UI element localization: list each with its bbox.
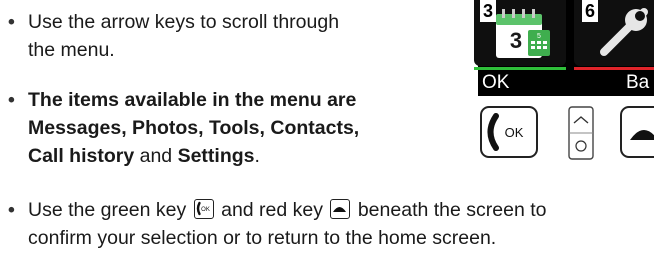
bullet-line: The items available in the menu are xyxy=(28,89,357,111)
bullet-dot: • xyxy=(8,11,15,33)
plain-text: . xyxy=(254,145,260,167)
tile-number: 6 xyxy=(582,0,598,22)
plain-text: beneath the screen to xyxy=(352,199,547,221)
bullet-line: Messages, Photos, Tools, Contacts, xyxy=(28,117,360,139)
bullet-line: Call history and Settings. xyxy=(28,142,359,170)
navigation-key-icon xyxy=(568,106,594,160)
bullet-dot: • xyxy=(8,89,15,111)
bullet-line: confirm your selection or to return to t… xyxy=(28,227,497,249)
plain-text: and red key xyxy=(215,199,329,221)
bold-text: Call history xyxy=(28,145,135,167)
softkey-right-label: Ba xyxy=(626,72,650,93)
tile-number: 3 xyxy=(480,0,496,22)
phone-keys: OK xyxy=(470,104,654,160)
bold-text: Settings xyxy=(177,145,255,167)
softkey-left-label: OK xyxy=(482,72,510,93)
red-key-icon xyxy=(620,106,654,158)
bullet-dot: • xyxy=(8,199,15,221)
red-key-icon xyxy=(330,199,351,219)
bullet-line: Use the arrow keys to scroll through xyxy=(28,11,340,33)
ok-key-label: OK xyxy=(505,125,524,140)
svg-text:OK: OK xyxy=(201,207,210,213)
bullet-text: Use the green key OK and red key beneath… xyxy=(28,196,546,252)
green-key-icon: OK xyxy=(193,199,214,219)
phone-illustration: 3 5 3 6 OK Ba OK xyxy=(470,0,654,160)
bullet-text: Use the arrow keys to scroll through the… xyxy=(28,8,339,64)
bullet-line: the menu. xyxy=(28,39,115,61)
calendar-small-number: 5 xyxy=(537,33,541,40)
plain-text: and xyxy=(134,145,178,167)
ok-key-icon: OK xyxy=(480,106,538,158)
bullet-line: Use the green key OK and red key beneath… xyxy=(28,196,546,224)
bullet-text: The items available in the menu are Mess… xyxy=(28,86,359,170)
calendar-day: 3 xyxy=(510,28,522,53)
plain-text: Use the green key xyxy=(28,199,192,221)
